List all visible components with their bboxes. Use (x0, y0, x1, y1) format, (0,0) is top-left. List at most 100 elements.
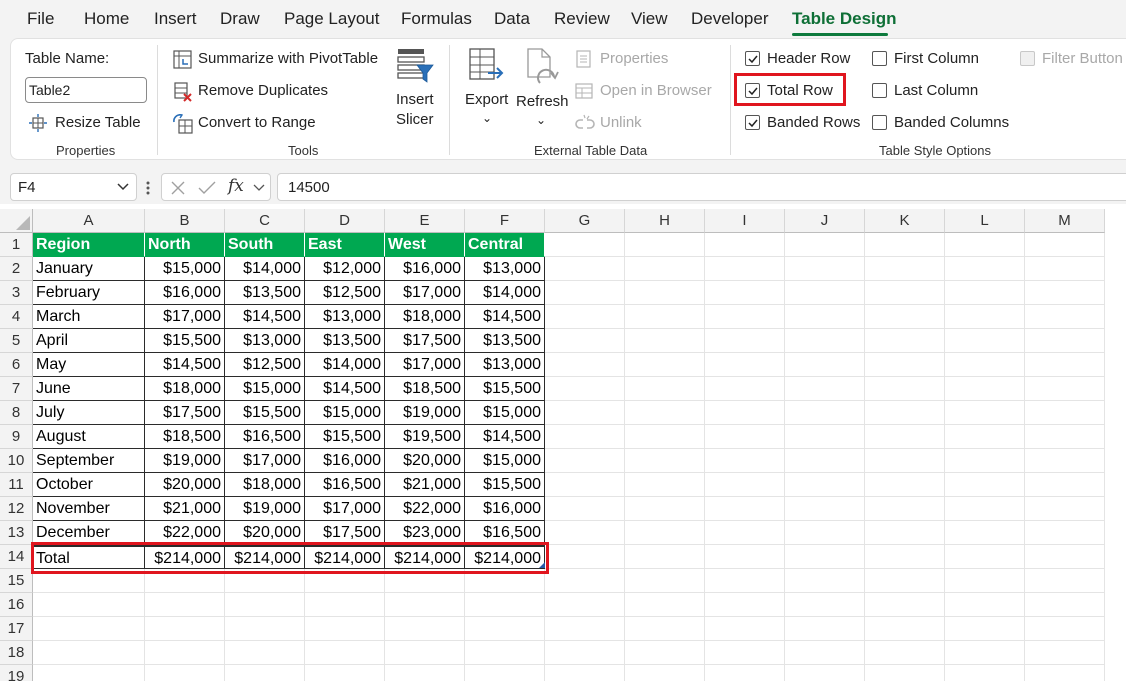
cell-l13[interactable] (945, 521, 1025, 545)
table-cell[interactable]: $23,000 (385, 521, 465, 545)
cell-g3[interactable] (545, 281, 625, 305)
cell-g10[interactable] (545, 449, 625, 473)
cell-l12[interactable] (945, 497, 1025, 521)
tab-formulas[interactable]: Formulas (401, 9, 472, 29)
column-header-i[interactable]: I (705, 209, 785, 233)
cell-e17[interactable] (385, 617, 465, 641)
column-header-d[interactable]: D (305, 209, 385, 233)
cell-k2[interactable] (865, 257, 945, 281)
cell-i19[interactable] (705, 665, 785, 681)
cell-l10[interactable] (945, 449, 1025, 473)
table-header-cell[interactable]: Central (465, 233, 545, 257)
cell-g19[interactable] (545, 665, 625, 681)
table-cell[interactable]: $17,500 (385, 329, 465, 353)
table-cell[interactable]: $15,000 (465, 401, 545, 425)
tab-page-layout[interactable]: Page Layout (284, 9, 379, 29)
cell-i13[interactable] (705, 521, 785, 545)
table-cell[interactable]: $21,000 (385, 473, 465, 497)
cell-b17[interactable] (145, 617, 225, 641)
row-header-14[interactable]: 14 (0, 545, 33, 569)
cell-h17[interactable] (625, 617, 705, 641)
table-cell[interactable]: $17,000 (305, 497, 385, 521)
total-row-cell[interactable]: $214,000 (225, 545, 305, 569)
table-cell[interactable]: $13,500 (225, 281, 305, 305)
table-cell[interactable]: $12,500 (305, 281, 385, 305)
cell-l17[interactable] (945, 617, 1025, 641)
column-header-m[interactable]: M (1025, 209, 1105, 233)
table-cell[interactable]: $18,000 (385, 305, 465, 329)
row-header-12[interactable]: 12 (0, 497, 33, 521)
cell-g15[interactable] (545, 569, 625, 593)
cell-k10[interactable] (865, 449, 945, 473)
cell-b18[interactable] (145, 641, 225, 665)
cell-i17[interactable] (705, 617, 785, 641)
table-cell[interactable]: $20,000 (225, 521, 305, 545)
cell-c16[interactable] (225, 593, 305, 617)
column-header-c[interactable]: C (225, 209, 305, 233)
cell-f15[interactable] (465, 569, 545, 593)
cell-c19[interactable] (225, 665, 305, 681)
cell-k5[interactable] (865, 329, 945, 353)
enter-icon[interactable] (198, 180, 216, 196)
cell-k1[interactable] (865, 233, 945, 257)
table-cell[interactable]: $17,500 (305, 521, 385, 545)
banded-columns-checkbox[interactable] (872, 115, 887, 130)
column-header-g[interactable]: G (545, 209, 625, 233)
table-row-label[interactable]: May (33, 353, 145, 377)
cell-j10[interactable] (785, 449, 865, 473)
export-button[interactable]: Export ⌄ (464, 47, 512, 137)
cell-j7[interactable] (785, 377, 865, 401)
cell-b19[interactable] (145, 665, 225, 681)
insert-function-icon[interactable]: fx (228, 176, 244, 196)
cell-j19[interactable] (785, 665, 865, 681)
row-header-19[interactable]: 19 (0, 665, 33, 681)
cell-i11[interactable] (705, 473, 785, 497)
table-header-cell[interactable]: North (145, 233, 225, 257)
tab-draw[interactable]: Draw (220, 9, 260, 29)
table-cell[interactable]: $13,500 (305, 329, 385, 353)
cell-l15[interactable] (945, 569, 1025, 593)
cell-k17[interactable] (865, 617, 945, 641)
cell-j8[interactable] (785, 401, 865, 425)
column-header-j[interactable]: J (785, 209, 865, 233)
cell-k4[interactable] (865, 305, 945, 329)
cell-m8[interactable] (1025, 401, 1105, 425)
cell-h16[interactable] (625, 593, 705, 617)
table-cell[interactable]: $17,000 (385, 281, 465, 305)
cell-k18[interactable] (865, 641, 945, 665)
cell-h3[interactable] (625, 281, 705, 305)
table-row-label[interactable]: September (33, 449, 145, 473)
column-header-e[interactable]: E (385, 209, 465, 233)
total-row-cell[interactable]: $214,000 (465, 545, 545, 569)
table-row-label[interactable]: June (33, 377, 145, 401)
total-row-checkbox[interactable] (745, 83, 760, 98)
table-cell[interactable]: $15,500 (145, 329, 225, 353)
total-row-cell[interactable]: $214,000 (385, 545, 465, 569)
cell-m12[interactable] (1025, 497, 1105, 521)
cell-k16[interactable] (865, 593, 945, 617)
insert-slicer-button[interactable]: Insert Slicer (394, 47, 438, 131)
last-column-checkbox[interactable] (872, 83, 887, 98)
table-cell[interactable]: $20,000 (145, 473, 225, 497)
cell-m10[interactable] (1025, 449, 1105, 473)
total-row-cell[interactable]: Total (33, 545, 145, 569)
tab-data[interactable]: Data (494, 9, 530, 29)
table-cell[interactable]: $17,500 (145, 401, 225, 425)
row-header-4[interactable]: 4 (0, 305, 33, 329)
cell-j2[interactable] (785, 257, 865, 281)
row-header-1[interactable]: 1 (0, 233, 33, 257)
table-cell[interactable]: $15,000 (465, 449, 545, 473)
more-options-icon[interactable] (146, 180, 150, 196)
cell-k9[interactable] (865, 425, 945, 449)
cell-l14[interactable] (945, 545, 1025, 569)
table-header-cell[interactable]: East (305, 233, 385, 257)
table-row-label[interactable]: March (33, 305, 145, 329)
table-cell[interactable]: $14,500 (465, 425, 545, 449)
cell-m1[interactable] (1025, 233, 1105, 257)
table-name-input[interactable] (25, 77, 147, 103)
cell-g11[interactable] (545, 473, 625, 497)
row-header-11[interactable]: 11 (0, 473, 33, 497)
cell-h2[interactable] (625, 257, 705, 281)
cell-h13[interactable] (625, 521, 705, 545)
cell-h11[interactable] (625, 473, 705, 497)
